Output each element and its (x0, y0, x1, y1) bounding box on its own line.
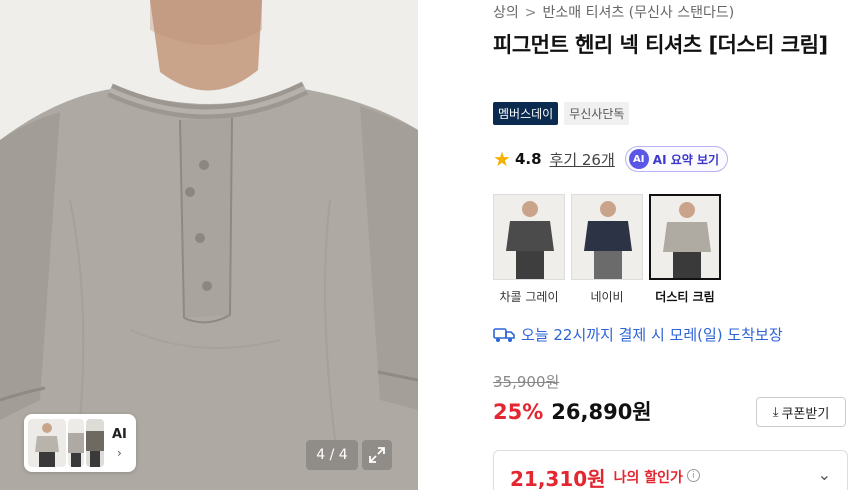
chevron-right-icon: › (117, 445, 122, 460)
coupon-label: 쿠폰받기 (781, 406, 830, 422)
delivery-text: 오늘 22시까지 결제 시 모레(일) 도착보장 (521, 326, 783, 344)
ai-summary-label: AI 요약 보기 (652, 152, 720, 167)
ai-icon: AI (628, 149, 649, 169)
ai-summary-button[interactable]: AI AI 요약 보기 (624, 146, 729, 172)
discount-rate: 25% (493, 400, 544, 424)
breadcrumb-subcategory[interactable]: 반소매 티셔츠 (무신사 스탠다드) (543, 5, 735, 21)
star-icon: ★ (493, 147, 511, 171)
coupon-button[interactable]: ⤓ 쿠폰받기 (756, 397, 846, 427)
color-name: 네이비 (590, 290, 624, 304)
info-icon[interactable]: i (686, 469, 700, 482)
product-image[interactable]: AI › 4 / 4 (0, 0, 418, 490)
thumbnail-strip[interactable]: AI › (24, 414, 136, 472)
my-price-label: 나의 할인가 (613, 470, 683, 486)
original-price: 35,900원 (493, 373, 560, 391)
color-name: 차콜 그레이 (499, 290, 559, 304)
exclusive-badge: 무신사단독 (564, 102, 630, 125)
color-option-charcoal[interactable]: 차콜 그레이 (493, 194, 565, 305)
sale-price: 26,890원 (551, 400, 652, 424)
breadcrumb: 상의 > 반소매 티셔츠 (무신사 스탠다드) (493, 2, 734, 22)
ai-chip[interactable]: AI › (112, 427, 127, 460)
breadcrumb-category[interactable]: 상의 (493, 5, 519, 21)
product-info-panel: 상의 > 반소매 티셔츠 (무신사 스탠다드) 피그먼트 헨리 넥 티셔츠 [더스티… (493, 0, 850, 490)
color-name: 더스티 크림 (655, 290, 715, 304)
chevron-down-icon[interactable]: ⌄ (818, 465, 831, 484)
my-price-value: 21,310원 (510, 467, 606, 490)
badge-row: 멤버스데이 무신사단독 (493, 102, 630, 125)
rating-score: 4.8 (514, 150, 542, 168)
price-row: 25% 26,890원 (493, 396, 652, 426)
thumbnail-1[interactable] (28, 419, 66, 467)
color-swatch-image (493, 194, 565, 280)
thumbnail-3[interactable] (86, 419, 104, 467)
rating-row: ★ 4.8 후기 26개 AI AI 요약 보기 (493, 145, 729, 173)
reviews-link[interactable]: 후기 26개 (550, 149, 615, 170)
ai-chip-label: AI (112, 426, 127, 442)
color-swatch-image (571, 194, 643, 280)
color-option-dusty-cream[interactable]: 더스티 크림 (649, 194, 721, 305)
expand-icon (369, 447, 385, 463)
thumbnail-2[interactable] (68, 419, 84, 467)
color-option-navy[interactable]: 네이비 (571, 194, 643, 305)
color-options: 차콜 그레이 네이비 더스티 크림 (493, 194, 721, 305)
delivery-truck-icon (493, 327, 515, 342)
breadcrumb-separator: > (524, 5, 537, 21)
my-price-box[interactable]: 21,310원 나의 할인가 i ⌄ (493, 450, 848, 490)
delivery-guarantee[interactable]: 오늘 22시까지 결제 시 모레(일) 도착보장 (493, 324, 783, 345)
image-page-counter: 4 / 4 (306, 440, 358, 470)
color-swatch-image (649, 194, 721, 280)
product-title: 피그먼트 헨리 넥 티셔츠 [더스티 크림] (493, 33, 828, 57)
expand-button[interactable] (362, 440, 392, 470)
members-day-badge: 멤버스데이 (493, 102, 559, 125)
download-icon: ⤓ (772, 404, 779, 420)
